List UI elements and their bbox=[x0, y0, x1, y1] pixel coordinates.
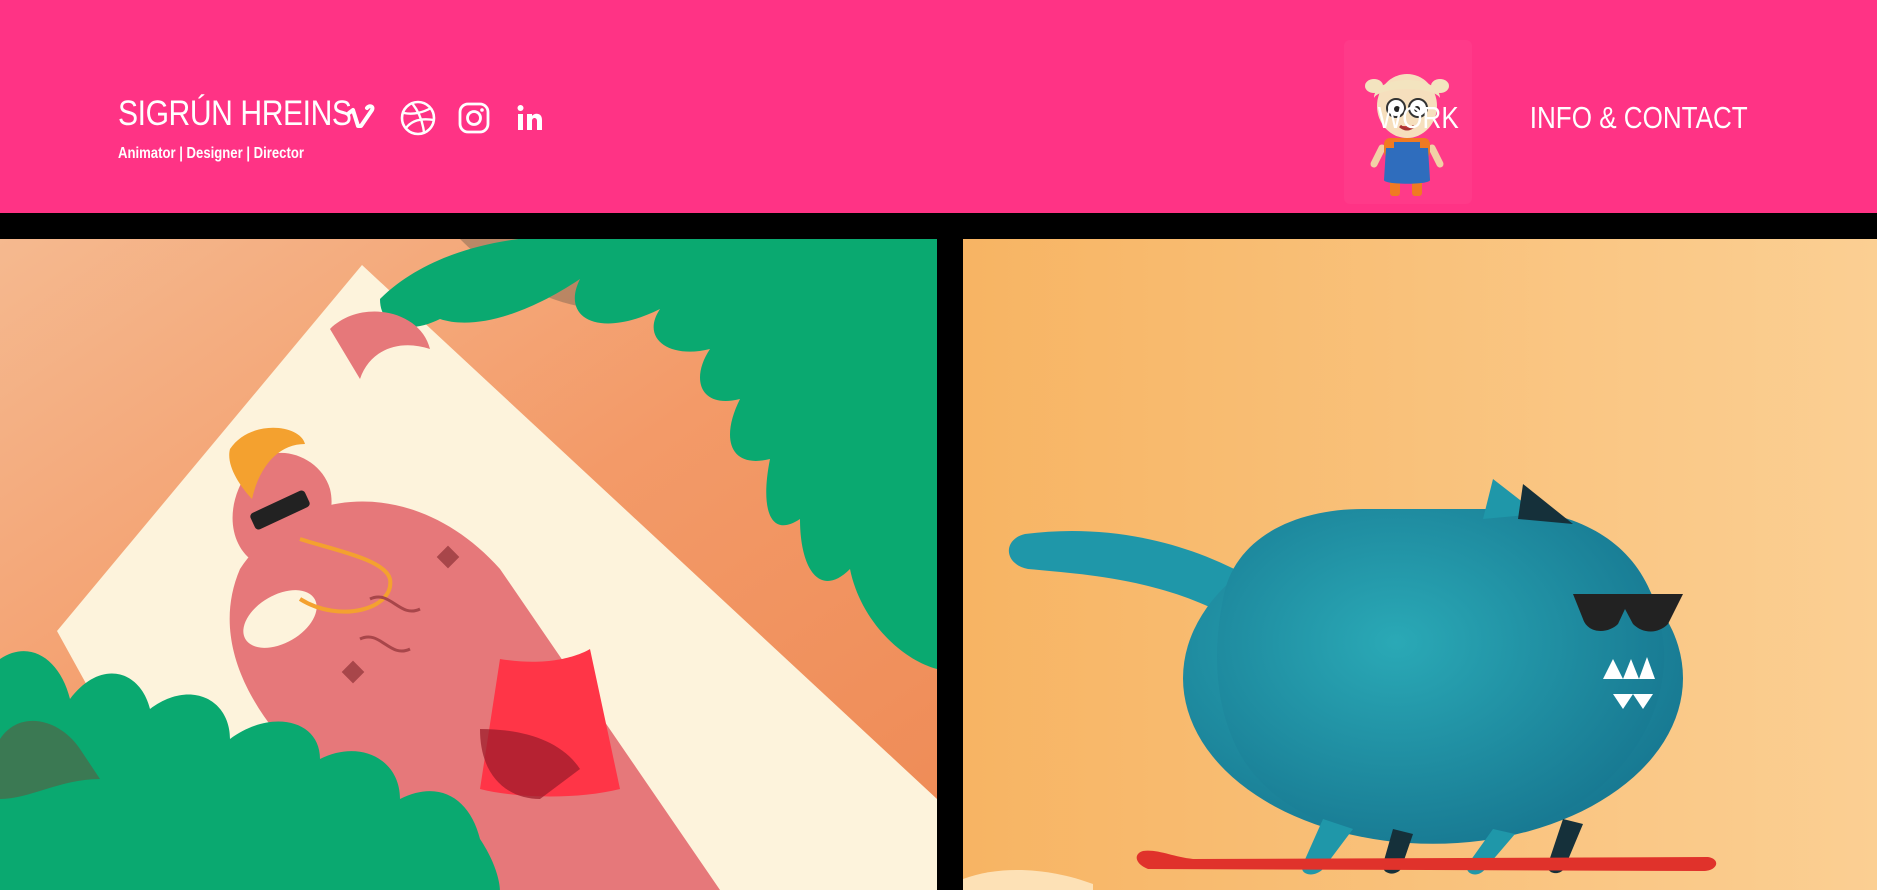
linkedin-icon[interactable] bbox=[512, 100, 548, 136]
sunbather-illustration[interactable] bbox=[0, 239, 937, 890]
nav-work[interactable]: WORK bbox=[1378, 100, 1459, 136]
main-nav: WORK INFO & CONTACT bbox=[1370, 100, 1768, 136]
dribbble-icon[interactable] bbox=[400, 100, 436, 136]
nav-info-contact[interactable]: INFO & CONTACT bbox=[1529, 100, 1747, 136]
surfing-cat-illustration[interactable] bbox=[963, 239, 1877, 890]
vimeo-icon[interactable] bbox=[344, 100, 380, 136]
instagram-icon[interactable] bbox=[456, 100, 492, 136]
site-header: SIGRÚN HREINS Animator | Designer | Dire… bbox=[0, 0, 1877, 213]
social-links bbox=[344, 100, 548, 136]
site-tagline: Animator | Designer | Director bbox=[118, 145, 304, 162]
site-title[interactable]: SIGRÚN HREINS bbox=[118, 96, 352, 131]
